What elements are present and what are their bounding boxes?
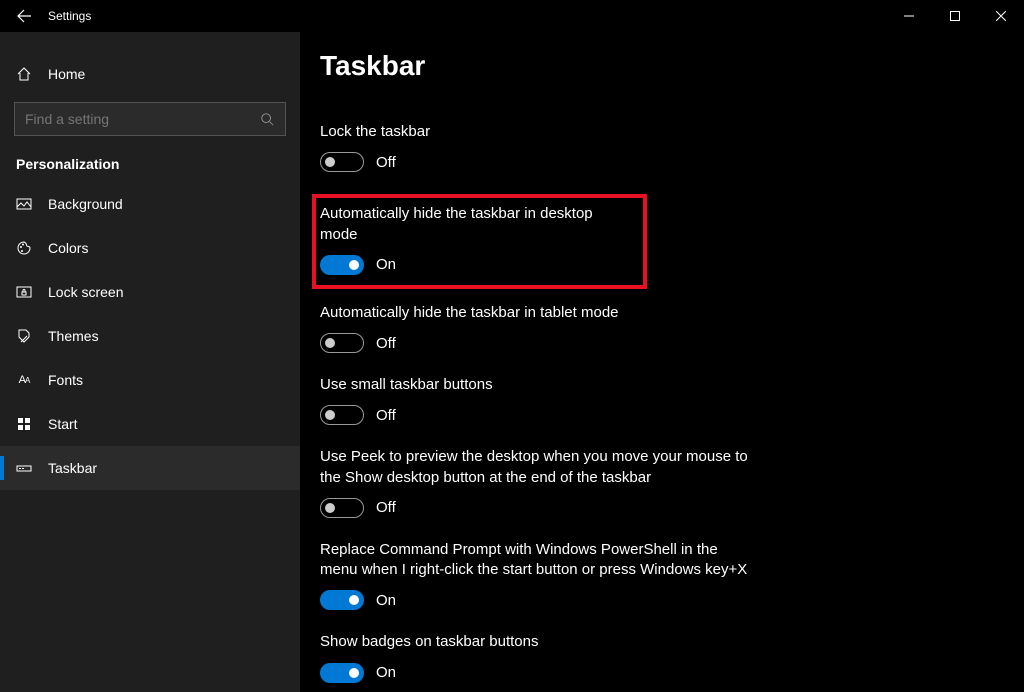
setting-label: Lock the taskbar (320, 122, 750, 142)
setting-powershell: Replace Command Prompt with Windows Powe… (320, 540, 750, 611)
toggle-autohide-desktop[interactable] (320, 255, 364, 275)
sidebar-home[interactable]: Home (0, 52, 300, 96)
search-input[interactable] (25, 111, 259, 127)
setting-label: Automatically hide the taskbar in deskto… (320, 204, 633, 245)
toggle-autohide-tablet[interactable] (320, 333, 364, 353)
setting-label: Show badges on taskbar buttons (320, 632, 750, 652)
sidebar-item-label: Lock screen (48, 284, 123, 300)
selection-marker (0, 456, 4, 480)
toggle-badges[interactable] (320, 663, 364, 683)
search-icon (259, 111, 275, 127)
taskbar-icon (16, 460, 32, 476)
sidebar-item-fonts[interactable]: AA Fonts (0, 358, 300, 402)
lock-screen-icon (16, 284, 32, 300)
setting-badges: Show badges on taskbar buttons On (320, 632, 750, 682)
setting-small-buttons: Use small taskbar buttons Off (320, 375, 750, 425)
toggle-state-text: On (376, 664, 396, 681)
palette-icon (16, 240, 32, 256)
sidebar-item-label: Colors (48, 240, 88, 256)
sidebar-item-lock-screen[interactable]: Lock screen (0, 270, 300, 314)
toggle-state-text: Off (376, 154, 396, 171)
setting-label: Use Peek to preview the desktop when you… (320, 447, 750, 488)
toggle-lock-taskbar[interactable] (320, 152, 364, 172)
maximize-button[interactable] (932, 0, 978, 32)
fonts-icon: AA (16, 372, 32, 388)
toggle-powershell[interactable] (320, 590, 364, 610)
sidebar-item-label: Fonts (48, 372, 83, 388)
sidebar-item-background[interactable]: Background (0, 182, 300, 226)
sidebar-item-label: Themes (48, 328, 99, 344)
sidebar-section-header: Personalization (0, 150, 300, 182)
sidebar-item-colors[interactable]: Colors (0, 226, 300, 270)
page-title: Taskbar (320, 50, 1024, 82)
back-button[interactable] (0, 0, 48, 32)
toggle-small-buttons[interactable] (320, 405, 364, 425)
highlight-box: Automatically hide the taskbar in deskto… (312, 194, 647, 289)
toggle-state-text: On (376, 256, 396, 273)
sidebar-item-label: Start (48, 416, 78, 432)
titlebar: Settings (0, 0, 1024, 32)
start-icon (16, 416, 32, 432)
picture-icon (16, 196, 32, 212)
setting-lock-taskbar: Lock the taskbar Off (320, 122, 750, 172)
toggle-peek[interactable] (320, 498, 364, 518)
sidebar-item-label: Background (48, 196, 123, 212)
sidebar-item-label: Taskbar (48, 460, 97, 476)
back-arrow-icon (16, 8, 32, 24)
sidebar-item-taskbar[interactable]: Taskbar (0, 446, 300, 490)
sidebar: Home Personalization Background Colors L… (0, 32, 300, 692)
toggle-state-text: Off (376, 335, 396, 352)
sidebar-item-themes[interactable]: Themes (0, 314, 300, 358)
setting-label: Automatically hide the taskbar in tablet… (320, 303, 750, 323)
window-title: Settings (48, 9, 91, 23)
home-icon (16, 66, 32, 82)
toggle-state-text: On (376, 592, 396, 609)
sidebar-home-label: Home (48, 66, 85, 82)
toggle-state-text: Off (376, 407, 396, 424)
setting-autohide-desktop: Automatically hide the taskbar in deskto… (320, 204, 633, 275)
sidebar-item-start[interactable]: Start (0, 402, 300, 446)
search-box[interactable] (14, 102, 286, 136)
themes-icon (16, 328, 32, 344)
toggle-state-text: Off (376, 499, 396, 516)
setting-label: Replace Command Prompt with Windows Powe… (320, 540, 750, 581)
setting-peek: Use Peek to preview the desktop when you… (320, 447, 750, 518)
close-button[interactable] (978, 0, 1024, 32)
minimize-button[interactable] (886, 0, 932, 32)
setting-label: Use small taskbar buttons (320, 375, 750, 395)
main-content: Taskbar Lock the taskbar Off Automatical… (300, 32, 1024, 692)
setting-autohide-tablet: Automatically hide the taskbar in tablet… (320, 303, 750, 353)
